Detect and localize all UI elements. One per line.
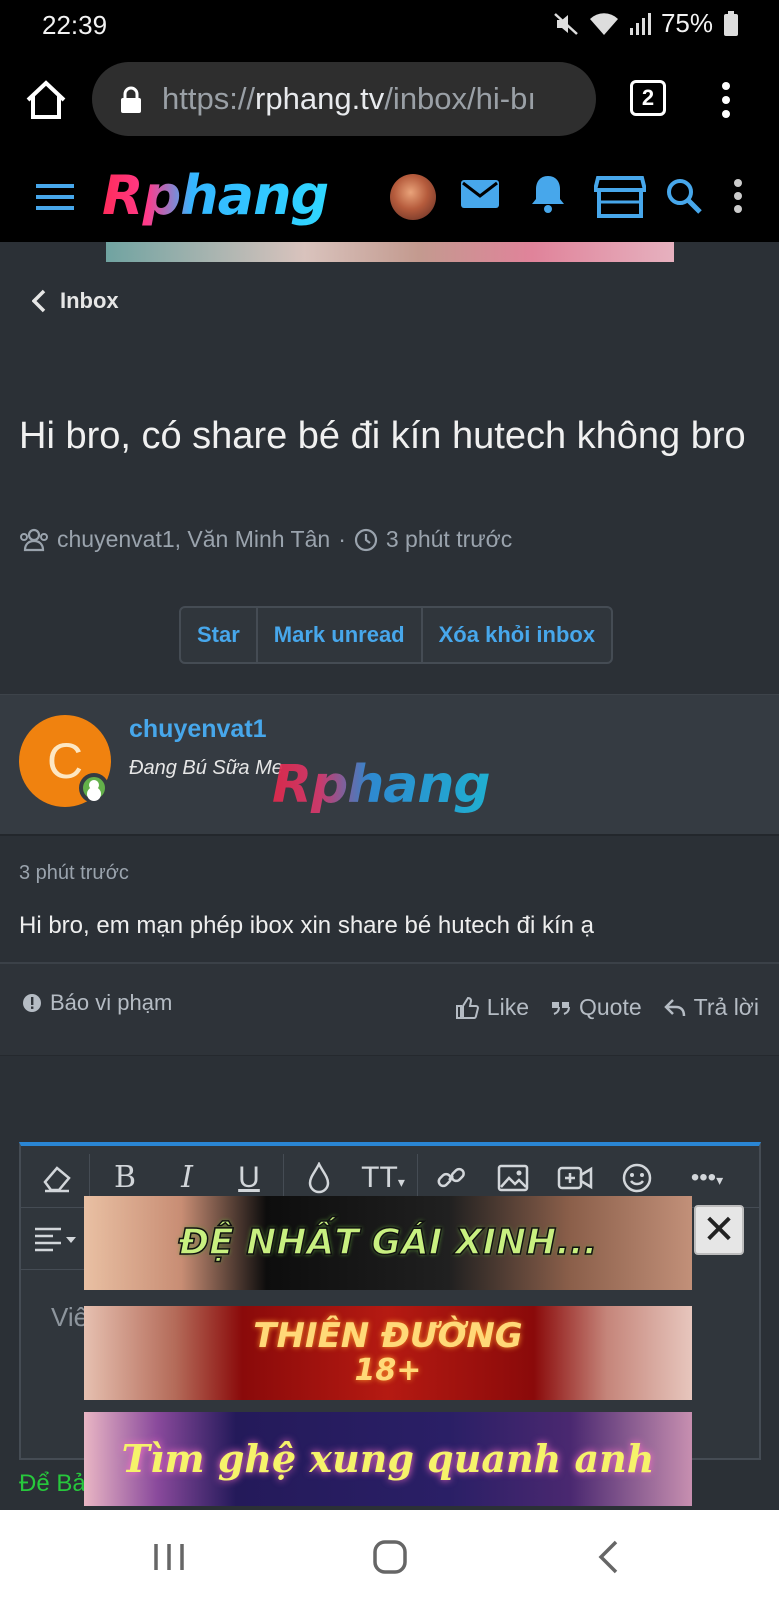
image-icon[interactable]	[493, 1158, 533, 1198]
ad-2-line1: THIÊN ĐƯỜNG	[253, 1316, 523, 1357]
message-body: 3 phút trước Hi bro, em mạn phép ibox xi…	[0, 836, 779, 964]
clock-icon	[354, 528, 377, 551]
report-label: Báo vi phạm	[50, 990, 173, 1015]
color-drop-icon[interactable]	[299, 1158, 339, 1198]
ad-2-text: THIÊN ĐƯỜNG 18+	[253, 1319, 522, 1386]
mark-unread-button[interactable]: Mark unread	[258, 608, 423, 662]
close-icon[interactable]: ✕	[694, 1205, 744, 1255]
quote-button[interactable]: Quote	[551, 994, 642, 1021]
battery-icon	[724, 10, 738, 36]
home-icon[interactable]	[22, 76, 70, 124]
italic-icon[interactable]: I	[167, 1158, 207, 1198]
mute-icon	[554, 12, 578, 35]
ad-3-text: Tìm ghệ xung quanh anh	[121, 1436, 655, 1482]
alert-icon	[23, 994, 41, 1012]
text-size-icon[interactable]: TT▾	[357, 1158, 409, 1198]
reply-label: Trả lời	[693, 994, 759, 1020]
ad-banner-1[interactable]: ĐỆ NHẤT GÁI XINH...	[84, 1196, 692, 1290]
status-bar: 22:39 75%	[0, 0, 779, 50]
site-header: Rphang	[0, 150, 779, 242]
clock-time: 22:39	[42, 10, 108, 40]
wifi-icon	[589, 12, 618, 35]
search-icon[interactable]	[666, 178, 702, 214]
message-header: C chuyenvat1 Đang Bú Sữa Me Rphang	[0, 694, 779, 836]
system-nav-bar	[0, 1510, 779, 1600]
watermark-logo: Rphang	[272, 755, 491, 815]
browser-toolbar: https://rphang.tv/inbox/hi-bı 2	[0, 50, 779, 150]
ad-2-line2: 18+	[354, 1353, 422, 1389]
message-username[interactable]: chuyenvat1	[129, 715, 267, 744]
user-title: Đang Bú Sữa Me	[129, 757, 283, 779]
home-nav-icon[interactable]	[367, 1534, 413, 1580]
conversation-time: 3 phút trước	[385, 526, 513, 552]
align-icon[interactable]	[31, 1220, 79, 1260]
eraser-icon[interactable]	[37, 1158, 77, 1198]
online-status-icon	[79, 773, 109, 803]
signal-icon	[629, 12, 651, 35]
hamburger-icon[interactable]	[36, 182, 74, 212]
conversation-actions: Star Mark unread Xóa khỏi inbox	[179, 606, 614, 664]
underline-icon[interactable]: U	[229, 1158, 269, 1198]
store-icon[interactable]	[594, 174, 646, 218]
meta-separator: ·	[338, 526, 346, 552]
smile-icon[interactable]	[617, 1158, 657, 1198]
message-time[interactable]: 3 phút trước	[19, 862, 129, 885]
editor-note: Để Bả	[19, 1470, 86, 1497]
editor-toolbar-row2	[21, 1208, 85, 1270]
mail-icon[interactable]	[460, 178, 500, 210]
site-logo[interactable]: Rphang	[102, 164, 329, 227]
quote-label: Quote	[579, 994, 642, 1020]
chevron-left-icon	[32, 289, 46, 313]
thumbs-up-icon	[455, 996, 479, 1019]
bold-icon[interactable]: B	[105, 1158, 145, 1198]
more-options-icon[interactable]	[732, 178, 744, 214]
more-icon[interactable]: •••▾	[679, 1158, 735, 1198]
star-button[interactable]: Star	[181, 608, 258, 662]
video-icon[interactable]	[555, 1158, 595, 1198]
message-actions: Like Quote Trả lời	[455, 994, 759, 1021]
users-icon	[20, 528, 48, 551]
quote-icon	[552, 1001, 570, 1015]
page-title: Hi bro, có share bé đi kín hutech không …	[19, 415, 746, 457]
participants[interactable]: chuyenvat1, Văn Minh Tân	[57, 526, 330, 553]
url-bar[interactable]: https://rphang.tv/inbox/hi-bı	[92, 62, 596, 136]
editor-placeholder[interactable]: Viế	[51, 1302, 88, 1333]
back-to-inbox-link[interactable]: Inbox	[32, 288, 119, 314]
like-label: Like	[486, 994, 529, 1020]
url-text[interactable]: https://rphang.tv/inbox/hi-bı	[162, 81, 536, 117]
avatar[interactable]	[390, 174, 436, 220]
message-text: Hi bro, em mạn phép ibox xin share bé hu…	[19, 912, 594, 939]
back-nav-icon[interactable]	[586, 1534, 632, 1580]
recent-apps-icon[interactable]	[146, 1534, 192, 1580]
ad-1-text: ĐỆ NHẤT GÁI XINH...	[178, 1222, 598, 1264]
lock-icon	[121, 86, 141, 113]
report-button[interactable]: Báo vi phạm	[22, 990, 172, 1016]
back-label: Inbox	[60, 288, 119, 313]
ad-banner-2[interactable]: THIÊN ĐƯỜNG 18+	[84, 1306, 692, 1400]
status-icons: 75%	[553, 8, 739, 39]
battery-percent: 75%	[660, 8, 713, 38]
banner-image[interactable]	[106, 242, 674, 262]
conversation-meta: chuyenvat1, Văn Minh Tân · 3 phút trước	[19, 526, 512, 553]
link-icon[interactable]	[431, 1158, 471, 1198]
bell-icon[interactable]	[530, 174, 566, 214]
like-button[interactable]: Like	[455, 994, 529, 1021]
reply-icon	[663, 998, 685, 1016]
message-footer: Báo vi phạm Like Quote Trả lời	[0, 964, 779, 1056]
reply-button[interactable]: Trả lời	[663, 994, 759, 1021]
menu-icon[interactable]	[714, 78, 738, 122]
delete-from-inbox-button[interactable]: Xóa khỏi inbox	[423, 608, 611, 662]
ad-banner-3[interactable]: Tìm ghệ xung quanh anh	[84, 1412, 692, 1506]
tab-switcher-button[interactable]: 2	[630, 80, 666, 116]
